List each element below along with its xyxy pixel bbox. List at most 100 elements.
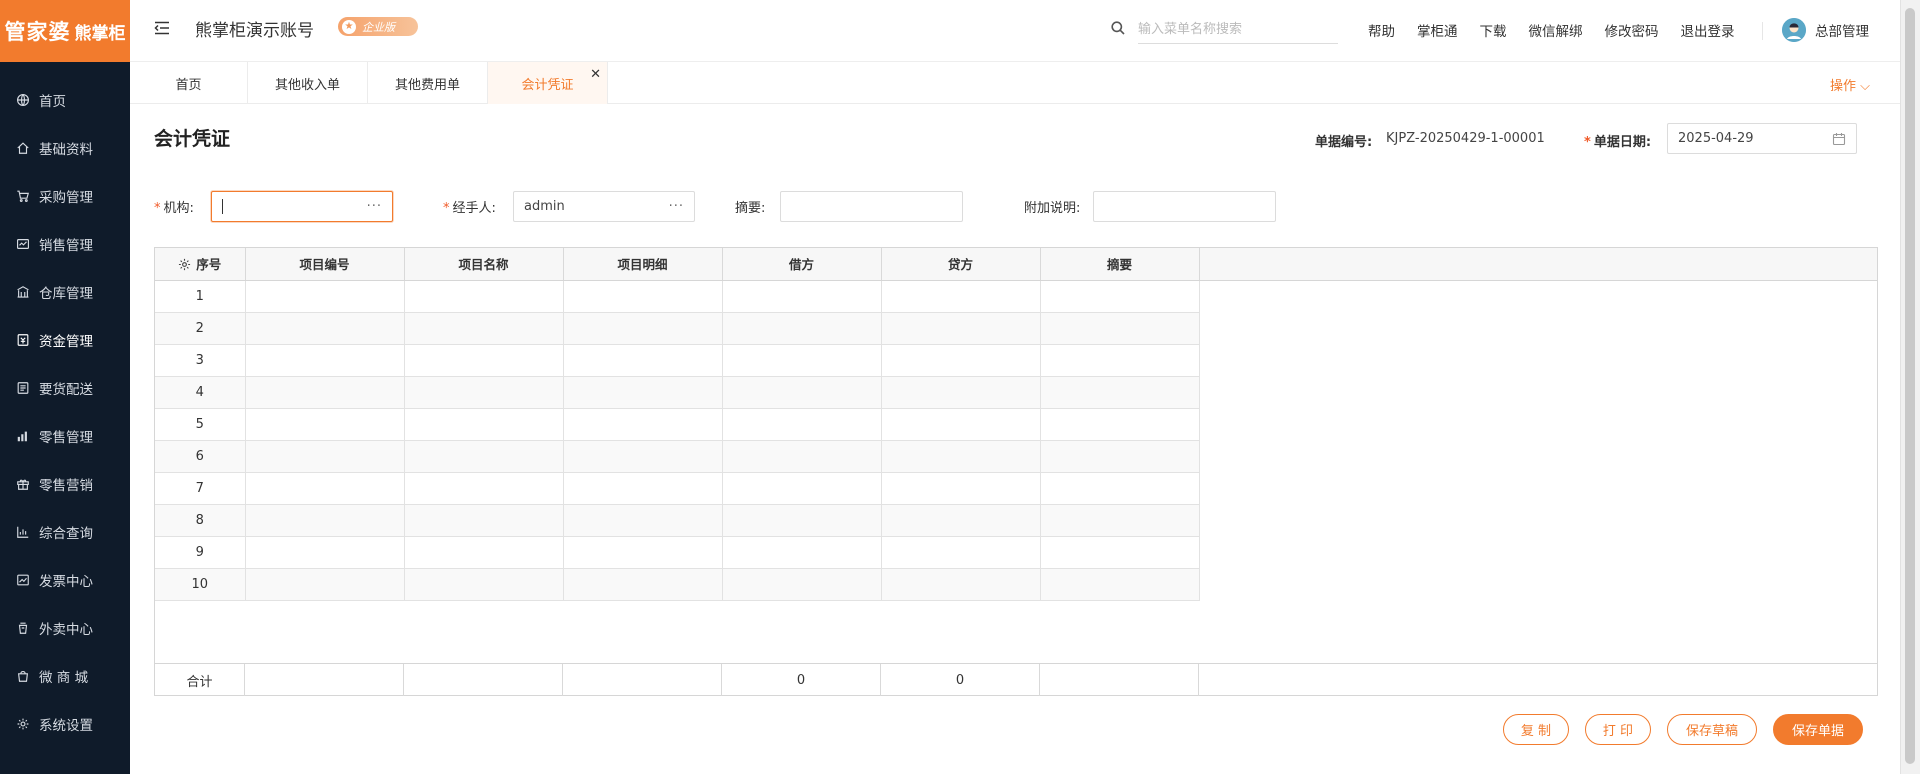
sidebar-item-retail[interactable]: 零售管理 bbox=[0, 412, 130, 460]
grid-cell[interactable] bbox=[881, 280, 1041, 313]
grid-cell[interactable] bbox=[1040, 440, 1200, 473]
sidebar-item-sales[interactable]: 销售管理 bbox=[0, 220, 130, 268]
note-input[interactable] bbox=[1093, 191, 1276, 222]
table-row[interactable]: 10 bbox=[155, 568, 1200, 601]
grid-cell[interactable] bbox=[881, 536, 1041, 569]
grid-cell[interactable] bbox=[1040, 376, 1200, 409]
user-menu[interactable]: 总部管理 bbox=[1782, 18, 1869, 42]
summary-input[interactable] bbox=[780, 191, 963, 222]
grid-cell[interactable] bbox=[404, 472, 564, 505]
sidebar-item-finance[interactable]: 资金管理 bbox=[0, 316, 130, 364]
operations-dropdown[interactable]: 操作 ⌵ bbox=[1830, 75, 1870, 94]
table-row[interactable]: 3 bbox=[155, 344, 1200, 377]
grid-cell[interactable] bbox=[404, 440, 564, 473]
col-header-item-detail[interactable]: 项目明细 bbox=[563, 248, 723, 281]
tab-home[interactable]: 首页 bbox=[130, 62, 248, 104]
grid-cell[interactable] bbox=[563, 408, 723, 441]
change-password-link[interactable]: 修改密码 bbox=[1605, 20, 1659, 40]
wechat-unbind-link[interactable]: 微信解绑 bbox=[1529, 20, 1583, 40]
copy-button[interactable]: 复 制 bbox=[1503, 714, 1569, 745]
grid-cell[interactable] bbox=[563, 568, 723, 601]
grid-cell[interactable] bbox=[245, 536, 405, 569]
menu-toggle-icon[interactable] bbox=[152, 18, 172, 38]
grid-cell[interactable] bbox=[563, 440, 723, 473]
table-row[interactable]: 8 bbox=[155, 504, 1200, 537]
table-row[interactable]: 7 bbox=[155, 472, 1200, 505]
grid-cell[interactable] bbox=[1040, 504, 1200, 537]
grid-cell[interactable] bbox=[404, 504, 564, 537]
grid-cell[interactable] bbox=[722, 536, 882, 569]
grid-cell[interactable] bbox=[1040, 344, 1200, 377]
app-logo[interactable]: 管家婆 熊掌柜 bbox=[0, 0, 130, 62]
grid-cell[interactable] bbox=[404, 568, 564, 601]
table-row[interactable]: 1 bbox=[155, 280, 1200, 313]
more-dots-icon[interactable]: ··· bbox=[367, 199, 382, 214]
close-icon[interactable]: ✕ bbox=[590, 68, 601, 81]
grid-cell[interactable] bbox=[404, 536, 564, 569]
grid-cell[interactable] bbox=[722, 440, 882, 473]
grid-cell[interactable] bbox=[245, 280, 405, 313]
grid-cell[interactable] bbox=[1040, 536, 1200, 569]
handler-field[interactable]: admin ··· bbox=[513, 191, 695, 222]
grid-cell[interactable] bbox=[1040, 568, 1200, 601]
grid-cell[interactable] bbox=[404, 312, 564, 345]
search-icon[interactable] bbox=[1110, 20, 1126, 36]
grid-cell[interactable] bbox=[245, 568, 405, 601]
grid-cell[interactable] bbox=[245, 472, 405, 505]
grid-cell[interactable] bbox=[1040, 280, 1200, 313]
grid-cell[interactable] bbox=[722, 568, 882, 601]
org-field[interactable]: ··· bbox=[211, 191, 393, 222]
print-button[interactable]: 打 印 bbox=[1585, 714, 1651, 745]
grid-cell[interactable] bbox=[563, 472, 723, 505]
grid-cell[interactable] bbox=[722, 472, 882, 505]
grid-cell[interactable] bbox=[245, 440, 405, 473]
tab-other-expense[interactable]: 其他费用单 bbox=[368, 62, 488, 104]
tab-other-income[interactable]: 其他收入单 bbox=[248, 62, 368, 104]
grid-cell[interactable] bbox=[563, 536, 723, 569]
more-dots-icon[interactable]: ··· bbox=[669, 199, 684, 214]
grid-cell[interactable] bbox=[881, 376, 1041, 409]
col-header-summary[interactable]: 摘要 bbox=[1040, 248, 1200, 281]
save-document-button[interactable]: 保存单据 bbox=[1773, 714, 1863, 745]
col-header-item-code[interactable]: 项目编号 bbox=[245, 248, 405, 281]
grid-cell[interactable] bbox=[881, 504, 1041, 537]
grid-cell[interactable] bbox=[245, 504, 405, 537]
grid-cell[interactable] bbox=[245, 344, 405, 377]
grid-cell[interactable] bbox=[722, 376, 882, 409]
grid-cell[interactable] bbox=[563, 344, 723, 377]
grid-cell[interactable] bbox=[722, 280, 882, 313]
grid-cell[interactable] bbox=[881, 408, 1041, 441]
table-row[interactable]: 2 bbox=[155, 312, 1200, 345]
save-draft-button[interactable]: 保存草稿 bbox=[1667, 714, 1757, 745]
download-link[interactable]: 下载 bbox=[1480, 20, 1507, 40]
grid-cell[interactable] bbox=[881, 344, 1041, 377]
grid-cell[interactable] bbox=[722, 504, 882, 537]
grid-cell[interactable] bbox=[722, 344, 882, 377]
grid-cell[interactable] bbox=[881, 440, 1041, 473]
logout-link[interactable]: 退出登录 bbox=[1681, 20, 1735, 40]
grid-cell[interactable] bbox=[1040, 312, 1200, 345]
grid-cell[interactable] bbox=[404, 344, 564, 377]
tab-accounting-voucher[interactable]: 会计凭证 ✕ bbox=[488, 62, 608, 104]
table-row[interactable]: 9 bbox=[155, 536, 1200, 569]
grid-cell[interactable] bbox=[245, 376, 405, 409]
sidebar-item-warehouse[interactable]: 仓库管理 bbox=[0, 268, 130, 316]
sidebar-item-settings[interactable]: 系统设置 bbox=[0, 700, 130, 748]
grid-cell[interactable] bbox=[563, 280, 723, 313]
col-header-item-name[interactable]: 项目名称 bbox=[404, 248, 564, 281]
grid-cell[interactable] bbox=[404, 376, 564, 409]
grid-cell[interactable] bbox=[245, 312, 405, 345]
zhangguitong-link[interactable]: 掌柜通 bbox=[1417, 20, 1458, 40]
sidebar-item-takeout[interactable]: 外卖中心 bbox=[0, 604, 130, 652]
sidebar-item-basic-data[interactable]: 基础资料 bbox=[0, 124, 130, 172]
table-row[interactable]: 6 bbox=[155, 440, 1200, 473]
col-header-credit[interactable]: 贷方 bbox=[881, 248, 1041, 281]
grid-cell[interactable] bbox=[404, 408, 564, 441]
grid-cell[interactable] bbox=[245, 408, 405, 441]
sidebar-item-purchase[interactable]: 采购管理 bbox=[0, 172, 130, 220]
help-link[interactable]: 帮助 bbox=[1368, 20, 1395, 40]
sidebar-item-marketing[interactable]: 零售营销 bbox=[0, 460, 130, 508]
grid-cell[interactable] bbox=[563, 312, 723, 345]
calendar-icon[interactable] bbox=[1832, 132, 1846, 146]
grid-cell[interactable] bbox=[1040, 408, 1200, 441]
